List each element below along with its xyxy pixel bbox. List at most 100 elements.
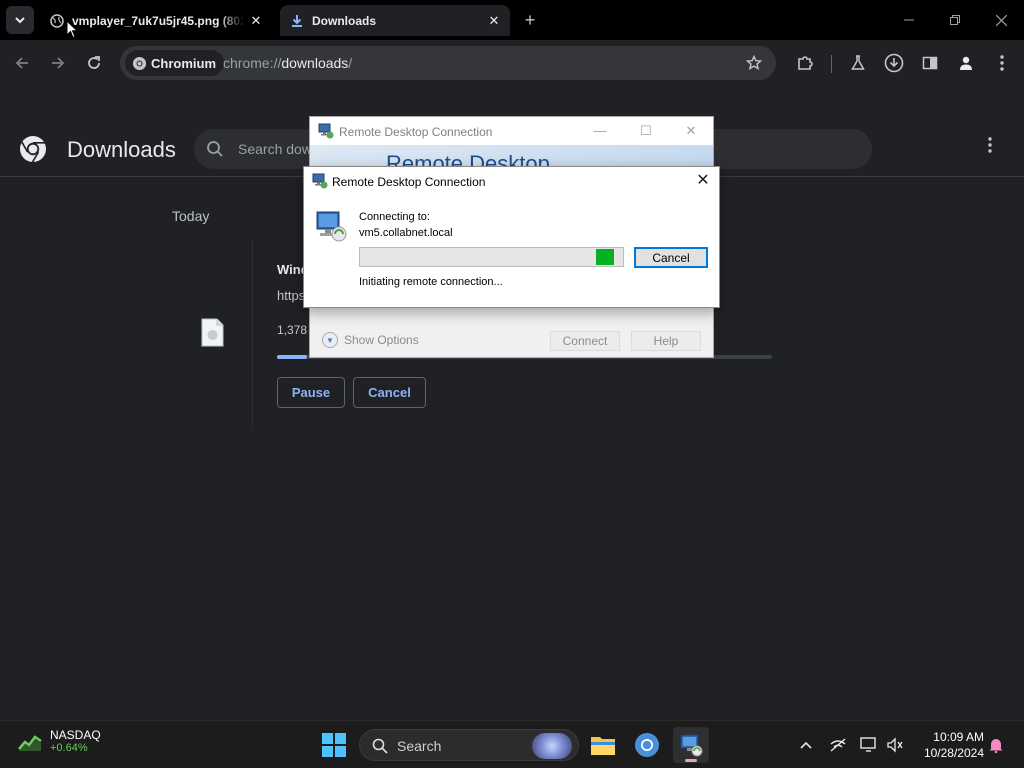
show-options-toggle[interactable]: ▼ Show Options (322, 332, 419, 348)
downloads-toolbar-icon (884, 53, 904, 73)
labs-button[interactable] (846, 51, 870, 75)
profile-button[interactable] (954, 51, 978, 75)
menu-icon (988, 137, 992, 153)
forward-button[interactable] (44, 49, 72, 77)
new-tab-button[interactable]: + (518, 8, 542, 32)
chromium-logo-icon (131, 55, 147, 71)
close-icon (995, 14, 1007, 26)
windows-start-icon[interactable] (322, 733, 346, 757)
url-path: / (348, 55, 353, 71)
side-panel-icon (922, 56, 938, 70)
globe-icon (49, 13, 65, 29)
close-icon[interactable]: ✕ (486, 13, 502, 29)
close-icon[interactable]: ✕ (693, 171, 713, 191)
menu-icon (1000, 55, 1004, 71)
rdc-dialog-title: Remote Desktop Connection (332, 175, 486, 189)
rdc-main-minimize[interactable]: — (586, 121, 614, 141)
mouse-cursor-icon (66, 20, 78, 39)
tab-title: vmplayer_7uk7u5jr45.png (802 (72, 13, 244, 28)
connection-progress-block (596, 249, 614, 265)
minimize-icon (904, 19, 914, 21)
rdc-main-titlebar[interactable]: Remote Desktop Connection — ☐ ✕ (310, 117, 713, 145)
site-info-chip[interactable]: Chromium (125, 50, 224, 76)
forward-icon (52, 57, 65, 69)
taskbar-search-label: Search (397, 738, 442, 754)
toolbar-separator (831, 55, 832, 73)
download-progress-fill (277, 355, 307, 359)
search-highlight-icon (532, 733, 572, 759)
stock-widget[interactable]: NASDAQ +0.64% (18, 728, 101, 754)
tab-search-icon (15, 17, 25, 24)
stock-widget-name: NASDAQ (50, 728, 101, 742)
cancel-connection-button[interactable]: Cancel (634, 247, 708, 268)
close-icon[interactable]: ✕ (248, 13, 264, 29)
rdc-taskbar-icon (680, 734, 703, 757)
downloads-menu-button[interactable] (980, 137, 1000, 161)
connecting-to-label: Connecting to: (359, 211, 430, 223)
taskbar-clock[interactable]: 10:09 AM 10/28/2024 (916, 729, 984, 761)
search-icon (207, 141, 223, 157)
side-panel-button[interactable] (918, 51, 942, 75)
network-icon[interactable] (828, 735, 848, 755)
stock-widget-change: +0.64% (50, 742, 88, 754)
browser-menu-button[interactable] (990, 51, 1014, 75)
pause-button[interactable]: Pause (277, 377, 345, 408)
tab-search-button[interactable] (6, 6, 34, 34)
file-icon (201, 318, 224, 347)
help-button[interactable]: Help (631, 331, 701, 351)
browser-toolbar: Chromium chrome://downloads/ (0, 40, 1024, 86)
connect-button[interactable]: Connect (550, 331, 620, 351)
bookmark-button[interactable] (742, 51, 766, 75)
rdc-dialog-titlebar[interactable]: Remote Desktop Connection ✕ (304, 167, 719, 195)
rdc-main-close[interactable]: ✕ (677, 121, 705, 141)
chevron-up-icon[interactable] (796, 735, 816, 755)
url-scheme: chrome:// (223, 55, 282, 71)
minimize-button[interactable] (886, 0, 932, 40)
address-bar[interactable]: Chromium chrome://downloads/ (120, 46, 776, 80)
chromium-taskbar-button[interactable] (629, 727, 665, 763)
connection-status-text: Initiating remote connection... (359, 276, 503, 288)
tab-downloads[interactable]: Downloads ✕ (280, 5, 510, 36)
rdc-taskbar-button[interactable] (673, 727, 709, 763)
tab-strip: vmplayer_7uk7u5jr45.png (802 ✕ Downloads… (0, 0, 1024, 40)
taskbar-search-box[interactable]: Search (359, 729, 579, 761)
clock-date: 10/28/2024 (923, 746, 984, 760)
rdc-main-title: Remote Desktop Connection (339, 125, 493, 139)
chromium-taskbar-icon (635, 733, 659, 757)
stock-chart-icon (18, 735, 42, 751)
computer-icon (316, 211, 347, 242)
windows-taskbar: NASDAQ +0.64% Search 10:09 AM 10/28/2024 (0, 720, 1024, 768)
rdc-main-maximize[interactable]: ☐ (632, 121, 660, 141)
page-title: Downloads (67, 137, 176, 162)
downloads-toolbar-button[interactable] (882, 51, 906, 75)
rdc-icon (318, 123, 334, 139)
reload-button[interactable] (80, 49, 108, 77)
restore-icon (950, 15, 960, 25)
display-icon[interactable] (859, 735, 879, 755)
show-options-label: Show Options (344, 333, 419, 347)
tab-title: Downloads (312, 13, 377, 28)
extensions-button[interactable] (793, 51, 817, 75)
download-icon (289, 13, 305, 29)
file-explorer-button[interactable] (585, 727, 621, 763)
notification-bell-icon[interactable] (986, 735, 1006, 755)
url-host: downloads (281, 55, 349, 71)
restore-button[interactable] (932, 0, 978, 40)
rdc-icon (312, 173, 328, 189)
url-text: chrome://downloads/ (223, 55, 352, 71)
connection-progress-bar (359, 247, 624, 267)
search-icon (372, 738, 388, 754)
volume-icon[interactable] (885, 735, 905, 755)
reload-icon (88, 56, 100, 69)
window-close-button[interactable] (978, 0, 1024, 40)
site-chip-label: Chromium (151, 55, 216, 71)
back-icon (15, 57, 28, 69)
clock-time: 10:09 AM (933, 730, 984, 744)
chromium-logo-icon (20, 136, 46, 163)
cancel-download-button[interactable]: Cancel (353, 377, 426, 408)
labs-icon (851, 55, 865, 70)
rdc-main-footer: ▼ Show Options Connect Help (310, 327, 713, 357)
back-button[interactable] (8, 49, 36, 77)
star-icon (746, 55, 762, 71)
card-divider (252, 240, 253, 426)
